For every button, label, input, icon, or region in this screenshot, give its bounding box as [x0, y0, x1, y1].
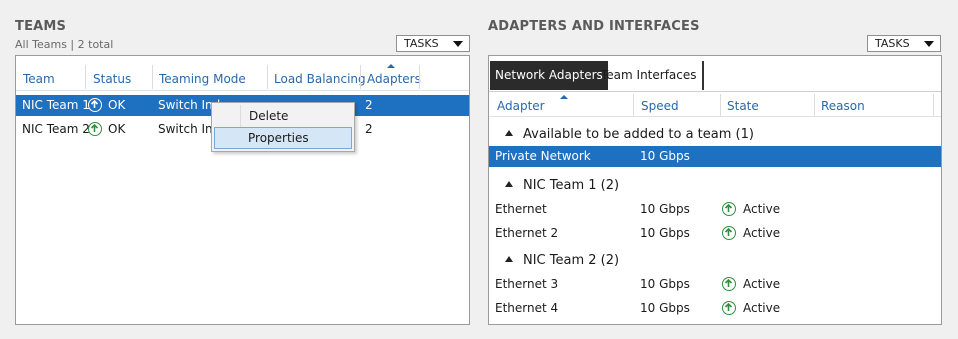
col-team[interactable]: Team [23, 72, 55, 86]
tab-team-interfaces[interactable]: Team Interfaces [596, 61, 704, 90]
team-status: OK [108, 98, 126, 112]
table-row[interactable]: Ethernet 10 Gbps Active [489, 199, 941, 220]
adapter-speed: 10 Gbps [640, 301, 690, 315]
group-header[interactable]: NIC Team 1 (2) [505, 178, 619, 193]
team-name: NIC Team 1 [22, 98, 90, 112]
group-header[interactable]: Available to be added to a team (1) [505, 127, 754, 142]
active-icon [722, 201, 736, 216]
active-icon [722, 276, 736, 291]
group-label: NIC Team 1 (2) [523, 178, 620, 193]
collapse-triangle-icon [505, 181, 513, 187]
adapters-title: ADAPTERS AND INTERFACES [488, 19, 700, 34]
group-label: Available to be added to a team (1) [523, 127, 754, 142]
adapter-state: Active [743, 226, 781, 240]
chevron-down-icon [453, 41, 463, 47]
teams-subtitle: All Teams | 2 total [15, 38, 114, 51]
col-load-balancing[interactable]: Load Balancing [274, 72, 366, 86]
col-status[interactable]: Status [93, 72, 131, 86]
team-status: OK [108, 122, 126, 136]
adapter-state: Active [743, 301, 781, 315]
sort-ascending-icon [560, 95, 568, 99]
adapters-tasks-button[interactable]: TASKS [867, 35, 941, 52]
group-label: NIC Team 2 (2) [523, 253, 620, 268]
ok-icon [88, 97, 102, 112]
adapter-speed: 10 Gbps [640, 277, 690, 291]
group-header[interactable]: NIC Team 2 (2) [505, 253, 619, 268]
adapter-name: Ethernet 3 [495, 277, 559, 291]
ok-icon [88, 121, 102, 136]
table-row[interactable]: Private Network 10 Gbps [489, 146, 941, 167]
table-row[interactable]: Ethernet 4 10 Gbps Active [489, 298, 941, 319]
col-divider [814, 94, 815, 116]
teams-title: TEAMS [15, 19, 67, 34]
col-divider [633, 94, 634, 116]
team-adapters: 2 [365, 98, 373, 112]
sort-ascending-icon [387, 64, 395, 68]
table-row[interactable]: Ethernet 2 10 Gbps Active [489, 223, 941, 244]
context-menu: Delete Properties [211, 102, 355, 152]
table-row[interactable]: Ethernet 3 10 Gbps Active [489, 274, 941, 295]
col-divider [267, 65, 268, 89]
menu-item-delete[interactable]: Delete [214, 106, 352, 128]
col-divider [152, 65, 153, 89]
adapter-name: Ethernet 4 [495, 301, 559, 315]
teams-tasks-button[interactable]: TASKS [396, 35, 470, 52]
col-adapter[interactable]: Adapter [497, 99, 545, 113]
team-name: NIC Team 2 [22, 122, 90, 136]
tasks-label: TASKS [875, 37, 910, 50]
col-adapters[interactable]: Adapters [367, 72, 421, 86]
adapter-name: Ethernet [495, 202, 547, 216]
col-divider [933, 94, 934, 116]
collapse-triangle-icon [505, 256, 513, 262]
adapter-name: Ethernet 2 [495, 226, 559, 240]
col-reason[interactable]: Reason [821, 99, 865, 113]
adapter-state: Active [743, 202, 781, 216]
col-teaming-mode[interactable]: Teaming Mode [159, 72, 246, 86]
adapters-header: Adapter Speed State Reason [489, 91, 941, 117]
menu-item-properties[interactable]: Properties [214, 127, 352, 149]
adapter-name: Private Network [495, 149, 591, 163]
active-icon [722, 225, 736, 240]
teams-header: Team Status Teaming Mode Load Balancing … [16, 61, 469, 91]
active-icon [722, 300, 736, 315]
adapters-panel: Network Adapters Team Interfaces Adapter… [488, 55, 942, 325]
adapter-speed: 10 Gbps [640, 202, 690, 216]
team-adapters: 2 [365, 122, 373, 136]
tasks-label: TASKS [404, 37, 439, 50]
adapter-speed: 10 Gbps [640, 226, 690, 240]
col-divider [85, 65, 86, 89]
col-divider [720, 94, 721, 116]
teams-panel: Team Status Teaming Mode Load Balancing … [15, 55, 470, 325]
adapter-state: Active [743, 277, 781, 291]
collapse-triangle-icon [505, 130, 513, 136]
tab-network-adapters[interactable]: Network Adapters [490, 61, 608, 90]
col-divider [419, 65, 420, 89]
chevron-down-icon [924, 41, 934, 47]
adapter-speed: 10 Gbps [640, 149, 690, 163]
col-state[interactable]: State [727, 99, 759, 113]
col-divider [360, 65, 361, 89]
col-speed[interactable]: Speed [641, 99, 679, 113]
